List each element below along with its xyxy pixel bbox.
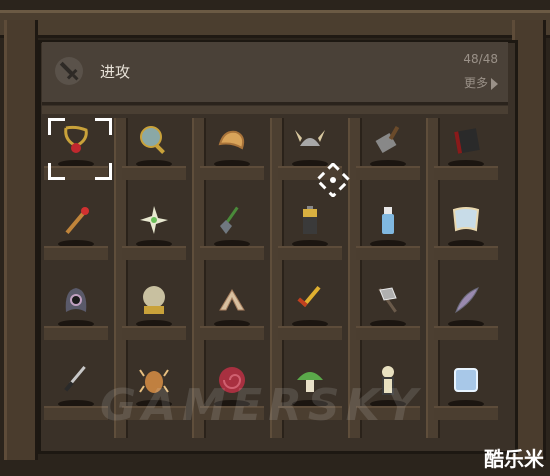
slot-shelf: [278, 246, 342, 260]
slot-shelf: [434, 166, 498, 180]
slot-shelf: [356, 246, 420, 260]
more-button[interactable]: 更多: [464, 74, 498, 91]
map-scroll-icon: [452, 207, 480, 232]
top-beam: [0, 10, 550, 38]
battery-icon: [303, 206, 317, 234]
pointer-cursor-icon: [316, 163, 350, 197]
inventory-slot[interactable]: [278, 278, 342, 340]
boomerang-icon: [219, 289, 245, 311]
more-label: 更多: [463, 76, 488, 90]
inventory-slot[interactable]: [44, 198, 108, 260]
golden-dagger-icon: [297, 285, 321, 307]
sword-icon: [55, 57, 83, 85]
slot-shelf: [122, 326, 186, 340]
inventory-slot[interactable]: [434, 198, 498, 260]
ice-cube-icon: [454, 368, 478, 392]
inventory-slot[interactable]: [44, 278, 108, 340]
inventory-slot[interactable]: [434, 278, 498, 340]
inventory-slot[interactable]: [44, 358, 108, 420]
double-axe-icon: [378, 287, 397, 313]
header-shelf: [42, 106, 508, 114]
pinwheel-icon: [140, 206, 168, 234]
category-title: 进攻: [100, 63, 131, 81]
hood-icon: [65, 288, 87, 312]
slot-shelf: [278, 326, 342, 340]
watermark: GAMERSKY: [100, 380, 424, 431]
inventory-slot[interactable]: [122, 118, 186, 180]
water-bottle-icon: [382, 207, 394, 234]
slot-shelf: [434, 326, 498, 340]
slot-shelf: [122, 246, 186, 260]
knife-icon: [64, 365, 86, 392]
shovel-head-icon: [375, 125, 400, 154]
left-post: [4, 20, 38, 460]
crystal-ball-icon: [143, 286, 165, 314]
inventory-slot[interactable]: [356, 278, 420, 340]
inventory-slot[interactable]: [200, 118, 264, 180]
inventory-slot[interactable]: [200, 198, 264, 260]
slot-shelf: [44, 246, 108, 260]
slot-shelf: [434, 246, 498, 260]
inventory-slot[interactable]: [278, 198, 342, 260]
slot-shelf: [356, 166, 420, 180]
matchstick-icon: [65, 207, 89, 235]
slot-shelf: [44, 326, 108, 340]
slot-shelf: [200, 246, 264, 260]
item-count: 48/48: [463, 52, 498, 66]
slot-shelf: [200, 166, 264, 180]
inventory-slot[interactable]: [122, 198, 186, 260]
inventory-slot[interactable]: [356, 118, 420, 180]
slot-shelf: [44, 406, 108, 420]
slot-shelf: [356, 326, 420, 340]
fortune-cookie-icon: [218, 130, 245, 150]
quill-icon: [455, 287, 479, 314]
slot-shelf: [122, 166, 186, 180]
inventory-slot[interactable]: [434, 118, 498, 180]
slot-shelf: [434, 406, 498, 420]
viking-helmet-icon: [295, 130, 325, 146]
category-header: 进攻 48/48 更多: [42, 42, 508, 105]
inventory-slot[interactable]: [200, 278, 264, 340]
slot-shelf: [200, 326, 264, 340]
shovel-icon: [220, 206, 239, 234]
inventory-slot[interactable]: [434, 358, 498, 420]
selection-cursor: [48, 118, 112, 180]
book-icon: [454, 128, 480, 154]
mirror-icon: [140, 126, 165, 154]
inventory-slot[interactable]: [122, 278, 186, 340]
site-logo: 酷乐米: [484, 447, 544, 471]
arrow-right-icon: [491, 77, 498, 90]
inventory-slot[interactable]: [356, 198, 420, 260]
